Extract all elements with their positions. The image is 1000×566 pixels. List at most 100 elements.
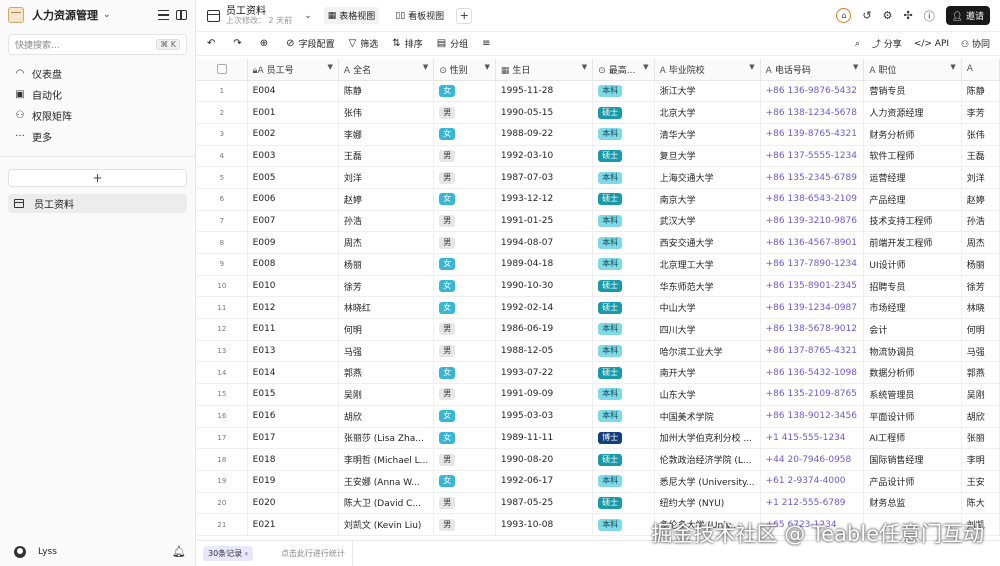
cell-birth[interactable]: 1987-05-25 (495, 492, 594, 515)
table-row[interactable]: 13 E013 马强男 1988-12-05 本科 哈尔滨工业大学 +86 137-8765… (197, 340, 1000, 363)
redo-button[interactable]: ↷ (233, 38, 245, 49)
cell-birth[interactable]: 1989-11-11 (495, 427, 594, 450)
cell-pos[interactable]: 产品经理 (863, 188, 962, 211)
cell-school[interactable]: 南开大学 (654, 361, 761, 385)
cell-name[interactable]: 王磊 (338, 145, 435, 168)
cell-extra[interactable]: 郭燕 (961, 361, 1000, 385)
tab-kanban-view[interactable]: ▯▯ 看板视图 (391, 7, 448, 24)
bell-icon[interactable]: 🔔︎ (172, 545, 186, 558)
cell-extra[interactable]: 李芳 (961, 101, 1000, 124)
cell-name[interactable]: 张丽莎 (Lisa Zha... (338, 427, 435, 450)
cell-pos[interactable]: 国际销售经理 (863, 448, 962, 471)
gear-icon[interactable]: ⚙ (883, 9, 893, 22)
sort-button[interactable]: ⇅ 排序 (392, 37, 422, 50)
table-row[interactable]: 5 E005 刘洋男 1987-07-03 本科 上海交通大学 +86 135-2345-6… (197, 166, 1000, 189)
cell-name[interactable]: 陈静 (338, 80, 435, 103)
cell-name[interactable]: 吴刚 (338, 383, 435, 406)
app-title[interactable]: 人力资源管理 (32, 7, 98, 23)
cell-sex[interactable]: 男 (433, 513, 496, 536)
cell-name[interactable]: 张伟 (338, 101, 435, 124)
cell-phone[interactable]: +86 136-9876-5432 (760, 80, 865, 103)
search-icon[interactable]: ⌕ (855, 39, 860, 49)
cell-birth[interactable]: 1991-01-25 (495, 210, 594, 233)
table-row[interactable]: 17 E017 张丽莎 (Lisa Zha... 女 1989-11-11 博士 加州大学伯… (197, 427, 1000, 450)
cell-name[interactable]: 杨丽 (338, 253, 435, 276)
cell-edu[interactable]: 硕士 (592, 275, 655, 298)
cell-birth[interactable]: 1991-09-09 (495, 383, 594, 406)
cell-pos[interactable]: 会计 (863, 318, 962, 341)
select-all-checkbox[interactable] (197, 59, 248, 81)
cell-id[interactable]: E008 (247, 253, 339, 276)
cell-sex[interactable]: 男 (433, 101, 496, 124)
cell-birth[interactable]: 1990-08-20 (495, 448, 594, 471)
cell-id[interactable]: E019 (247, 470, 339, 493)
cell-phone[interactable]: +86 138-5678-9012 (760, 318, 865, 341)
cell-edu[interactable]: 硕士 (592, 145, 655, 168)
cell-extra[interactable]: 刘洋 (961, 166, 1000, 189)
cell-id[interactable]: E009 (247, 231, 339, 254)
chevron-down-icon[interactable]: ▼ (853, 63, 858, 71)
table-row[interactable]: 7 E007 孙浩男 1991-01-25 本科 武汉大学 +86 139-3210-987… (197, 210, 1000, 233)
cell-extra[interactable]: 周杰 (961, 231, 1000, 254)
table-row[interactable]: 3 E002 李娜女 1988-09-22 本科 清华大学 +86 139-8765-432… (197, 123, 1000, 146)
cell-id[interactable]: E004 (247, 80, 339, 103)
cell-pos[interactable]: 招聘专员 (863, 275, 962, 298)
cell-name[interactable]: 何明 (338, 318, 435, 341)
cell-school[interactable]: 伦敦政治经济学院 (L... (654, 448, 761, 471)
cell-birth[interactable]: 1988-09-22 (495, 123, 594, 146)
cell-name[interactable]: 王安娜 (Anna W... (338, 470, 435, 493)
cell-birth[interactable]: 1992-06-17 (495, 470, 594, 493)
cell-school[interactable]: 南京大学 (654, 188, 761, 211)
filter-button[interactable]: ▽ 筛选 (349, 37, 379, 50)
cell-extra[interactable]: 杨丽 (961, 253, 1000, 276)
cell-sex[interactable]: 男 (433, 340, 496, 363)
add-table-button[interactable]: + (8, 169, 187, 187)
table-row[interactable]: 8 E009 周杰男 1994-08-07 本科 西安交通大学 +86 136-4567-8… (197, 231, 1000, 254)
chevron-down-icon[interactable]: ⌄ (103, 10, 111, 20)
cell-name[interactable]: 徐芳 (338, 275, 435, 298)
table-row[interactable]: 14 E014 郭燕女 1993-07-22 硕士 南开大学 +86 136-5432-10… (197, 361, 1000, 385)
cell-sex[interactable]: 男 (433, 318, 496, 341)
table-row[interactable]: 18 E018 李明哲 (Michael L... 男 1990-08-20 硕士 伦敦政治… (197, 448, 1000, 471)
cell-pos[interactable]: 产品设计师 (863, 470, 962, 493)
cell-pos[interactable]: AI工程师 (863, 427, 962, 450)
cell-sex[interactable]: 男 (433, 166, 496, 189)
cell-birth[interactable]: 1992-02-14 (495, 296, 594, 320)
cell-edu[interactable]: 本科 (592, 231, 655, 254)
cell-school[interactable]: 北京大学 (654, 101, 761, 124)
cell-school[interactable]: 悉尼大学 (University... (654, 470, 761, 493)
cell-phone[interactable]: +86 138-1234-5678 (760, 101, 865, 124)
cell-id[interactable]: E011 (247, 318, 339, 341)
cell-school[interactable]: 复旦大学 (654, 145, 761, 168)
cell-id[interactable]: E003 (247, 145, 339, 168)
column-header[interactable]: A (961, 59, 1000, 81)
chevron-down-icon[interactable]: ▼ (328, 63, 333, 71)
cell-pos[interactable]: 物流协调员 (863, 340, 962, 363)
column-header[interactable]: A 全名 ▼ (338, 59, 435, 81)
cell-id[interactable]: E014 (247, 361, 339, 385)
column-header[interactable]: A 电话号码 ▼ (760, 59, 865, 81)
cell-extra[interactable]: 李明 (961, 448, 1000, 471)
cell-sex[interactable]: 女 (433, 296, 496, 320)
column-header[interactable]: ⊙ 性别 ▼ (433, 59, 496, 81)
chevron-down-icon[interactable]: ⌄ (304, 11, 312, 21)
cell-school[interactable]: 华东师范大学 (654, 275, 761, 298)
cell-extra[interactable]: 陈静 (961, 80, 1000, 103)
cell-phone[interactable]: +86 137-7890-1234 (760, 253, 865, 276)
table-row[interactable]: 2 E001 张伟男 1990-05-15 硕士 北京大学 +86 138-1234-567… (197, 101, 1000, 124)
cell-edu[interactable]: 本科 (592, 210, 655, 233)
cell-edu[interactable]: 本科 (592, 318, 655, 341)
cell-name[interactable]: 刘洋 (338, 166, 435, 189)
cell-sex[interactable]: 男 (433, 383, 496, 406)
cell-sex[interactable]: 女 (433, 123, 496, 146)
cell-id[interactable]: E005 (247, 166, 339, 189)
cell-id[interactable]: E016 (247, 405, 339, 428)
cell-id[interactable]: E020 (247, 492, 339, 515)
cell-pos[interactable]: 市场经理 (863, 296, 962, 320)
cell-sex[interactable]: 女 (433, 80, 496, 103)
cell-phone[interactable]: +86 139-3210-9876 (760, 210, 865, 233)
table-row[interactable]: 15 E015 吴刚男 1991-09-09 本科 山东大学 +86 135-2109-87… (197, 383, 1000, 406)
cell-extra[interactable]: 张丽 (961, 427, 1000, 450)
invite-button[interactable]: 👤︎ 邀请 (945, 6, 990, 25)
add-record-button[interactable]: ⊕ (260, 38, 272, 49)
